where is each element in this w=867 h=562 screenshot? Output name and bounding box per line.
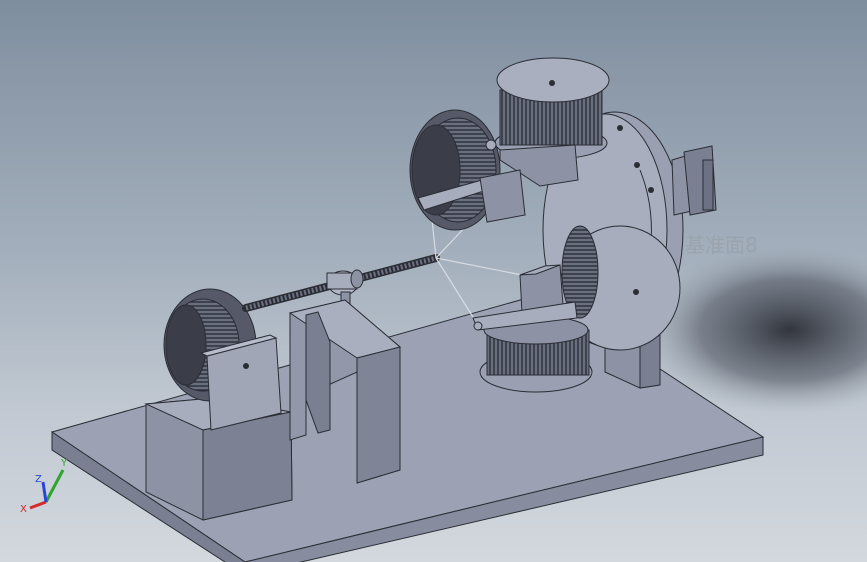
triad-z-axis xyxy=(41,481,48,503)
triad-x-axis xyxy=(29,500,47,510)
spool-bottom[interactable] xyxy=(472,301,593,393)
cad-graphics-viewport[interactable]: 基准面8 X Y Z xyxy=(0,0,867,562)
triad-y-axis xyxy=(44,469,65,503)
triad-z-label: Z xyxy=(35,474,42,485)
side-motor[interactable] xyxy=(671,145,717,216)
datum-plane-label[interactable]: 基准面8 xyxy=(685,229,758,258)
triad-x-label: X xyxy=(20,504,27,515)
assembly-model[interactable] xyxy=(0,0,867,562)
triad-y-label: Y xyxy=(60,458,68,469)
reference-triad: X Y Z xyxy=(20,458,68,515)
